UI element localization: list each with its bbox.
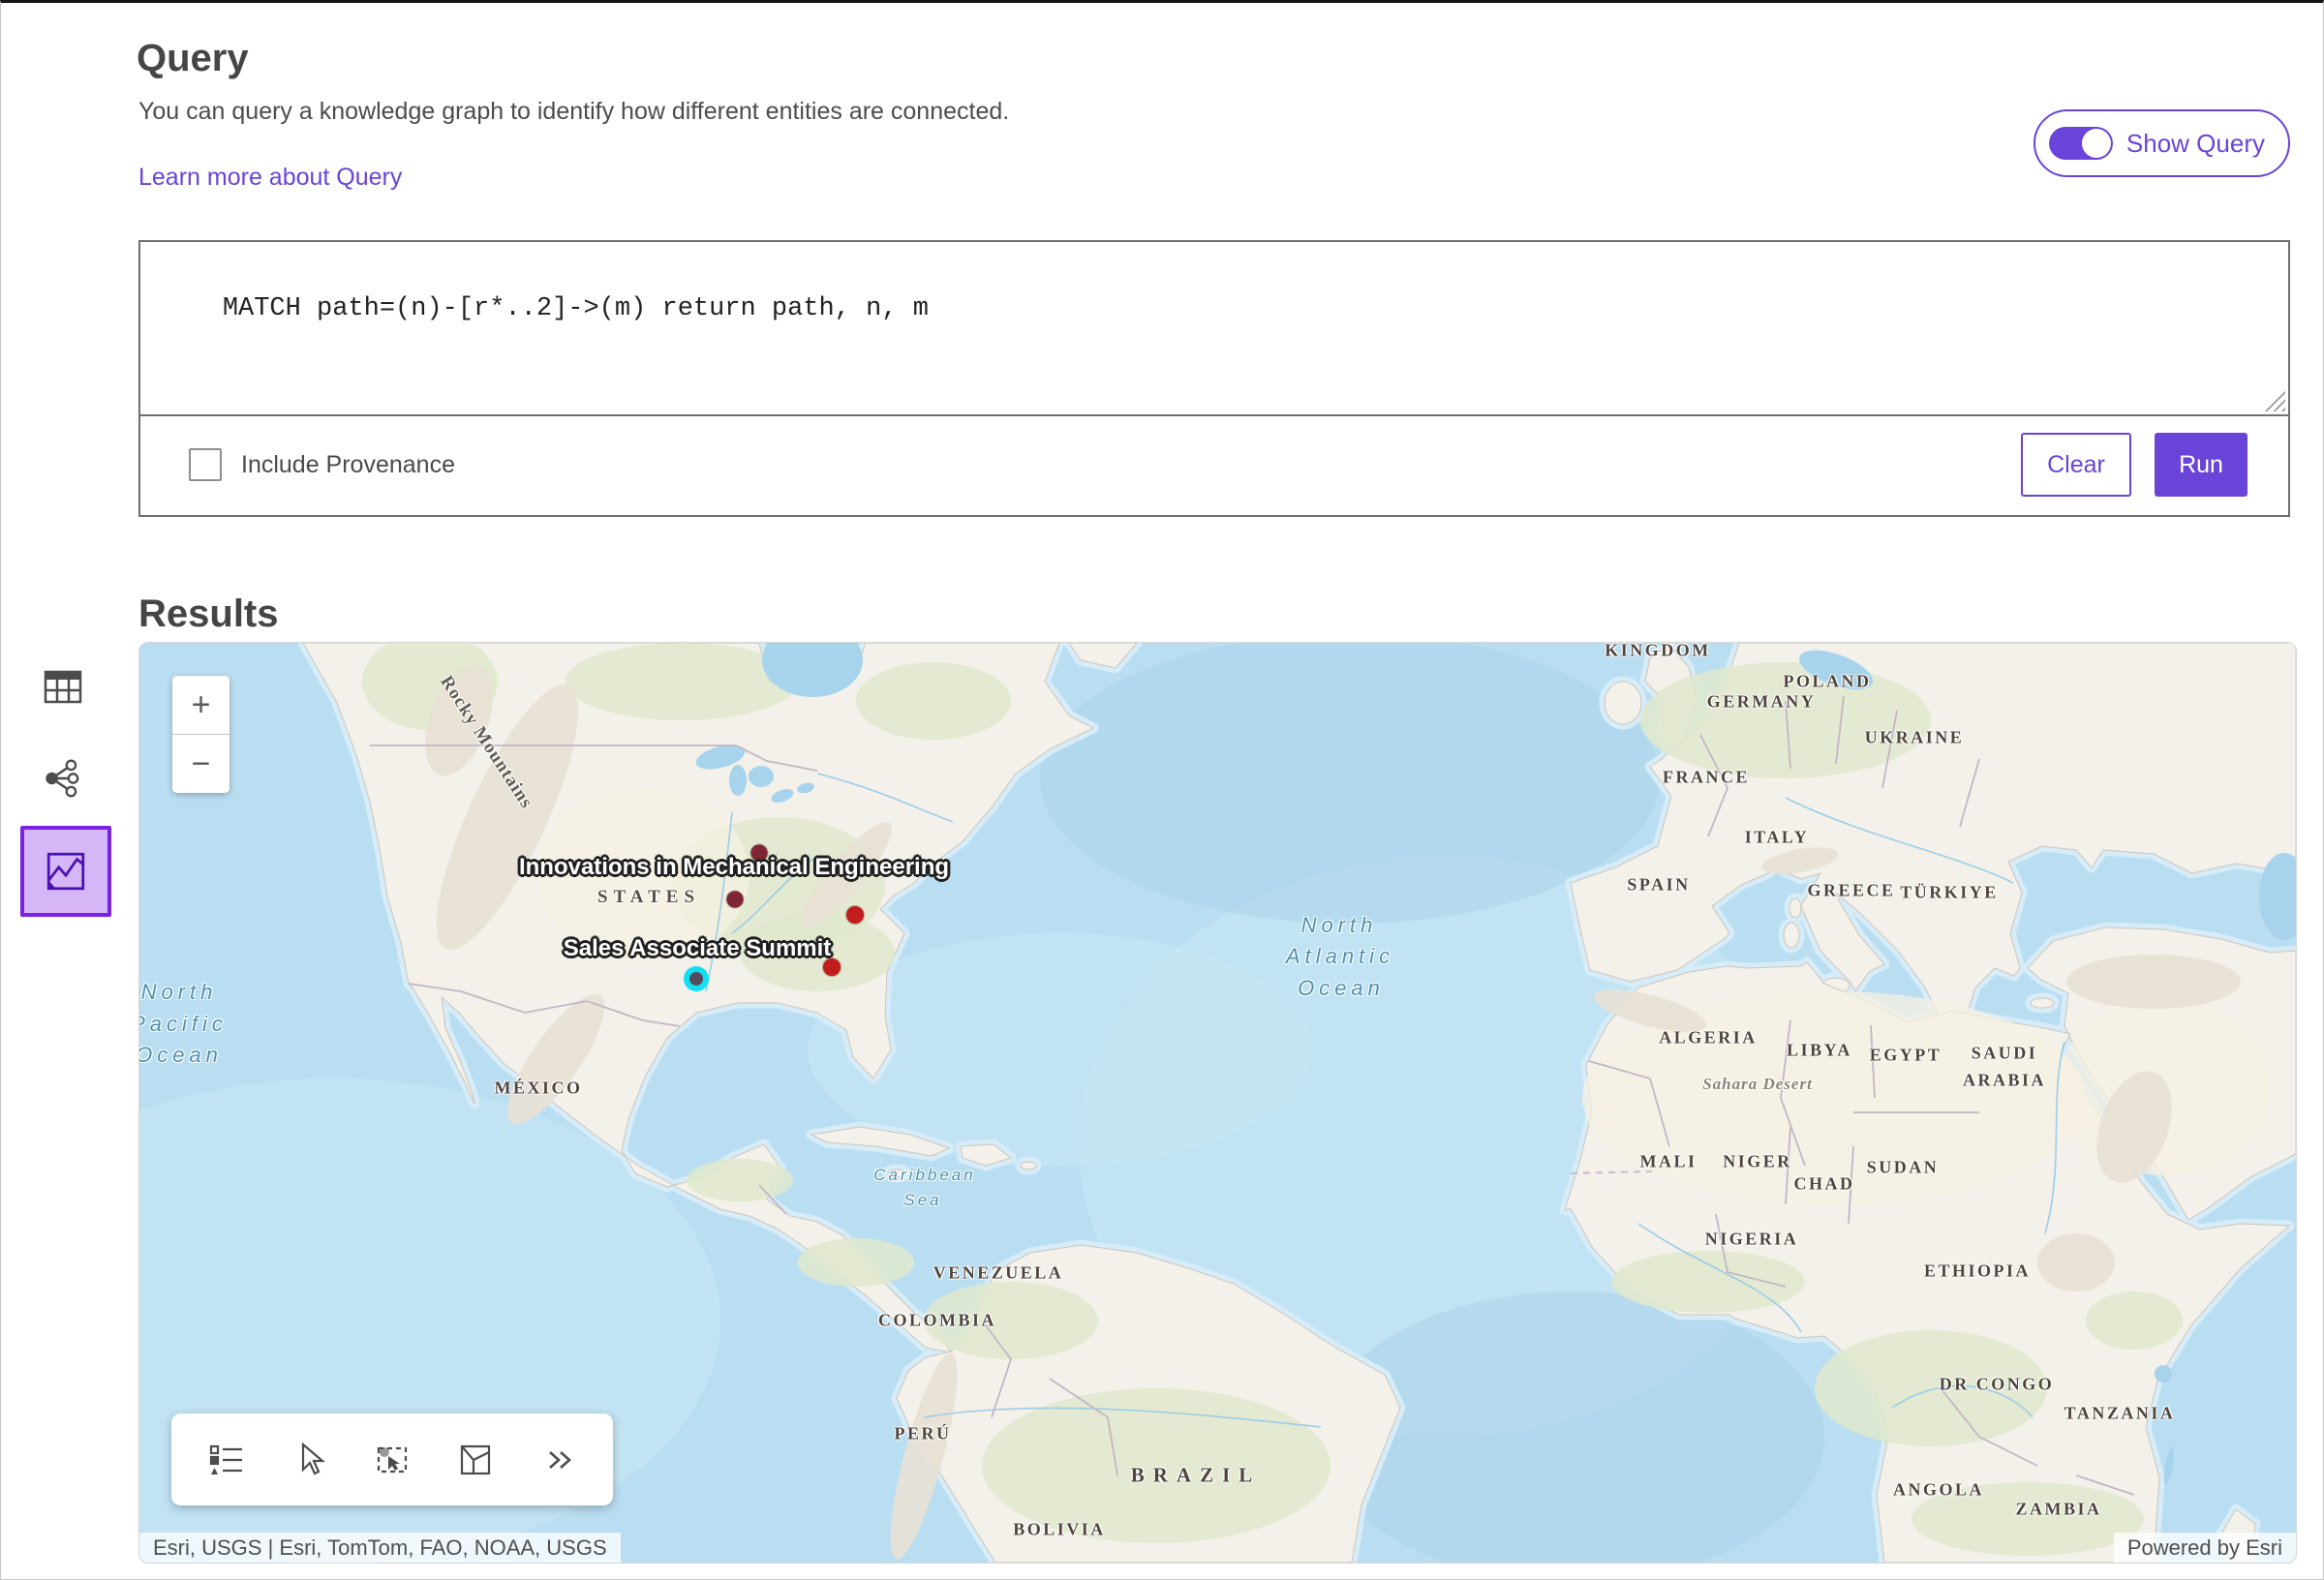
run-button[interactable]: Run bbox=[2155, 433, 2248, 497]
map-toolbar bbox=[171, 1413, 613, 1505]
page-description: You can query a knowledge graph to ident… bbox=[138, 98, 1009, 126]
map-point-event-red[interactable] bbox=[846, 906, 864, 924]
toggle-switch-on[interactable] bbox=[2049, 127, 2113, 160]
legend-list-icon bbox=[205, 1439, 248, 1481]
expand-toolbar-button[interactable] bbox=[535, 1438, 580, 1482]
map-point-event-maroon[interactable] bbox=[727, 892, 744, 908]
rectangle-select-button[interactable] bbox=[370, 1438, 414, 1482]
cursor-select-icon bbox=[288, 1439, 330, 1481]
polygon-select-button[interactable] bbox=[453, 1438, 498, 1482]
show-query-toggle[interactable]: Show Query bbox=[2034, 109, 2290, 177]
page: { "header": { "title": "Query", "descrip… bbox=[0, 0, 2324, 1580]
include-provenance-label: Include Provenance bbox=[241, 451, 455, 479]
cursor-select-button[interactable] bbox=[287, 1438, 331, 1482]
learn-more-link[interactable]: Learn more about Query bbox=[138, 164, 402, 192]
query-text: MATCH path=(n)-[r*..2]->(m) return path,… bbox=[223, 294, 929, 323]
link-chart-icon bbox=[40, 756, 84, 801]
results-map[interactable]: Rocky MountainsSTATESMÉXICONorthPacificO… bbox=[138, 642, 2297, 1564]
map-icon bbox=[44, 849, 88, 894]
polygon-select-icon bbox=[454, 1439, 497, 1481]
query-panel: MATCH path=(n)-[r*..2]->(m) return path,… bbox=[138, 240, 2290, 517]
query-textarea[interactable]: MATCH path=(n)-[r*..2]->(m) return path,… bbox=[140, 242, 2288, 416]
map-point-event-red[interactable] bbox=[823, 958, 841, 976]
map-point-event-maroon[interactable] bbox=[751, 845, 768, 862]
textarea-resize-handle[interactable] bbox=[2264, 390, 2285, 411]
zoom-in-button[interactable]: + bbox=[172, 676, 229, 734]
map-point-selected[interactable] bbox=[689, 972, 703, 986]
table-view-button[interactable] bbox=[44, 669, 82, 706]
include-provenance-checkbox[interactable] bbox=[189, 448, 222, 481]
legend-list-button[interactable] bbox=[204, 1438, 249, 1482]
map-view-button-selected[interactable] bbox=[20, 826, 111, 917]
link-chart-view-button[interactable] bbox=[40, 756, 84, 801]
show-query-label: Show Query bbox=[2126, 129, 2265, 159]
clear-button[interactable]: Clear bbox=[2021, 433, 2131, 497]
expand-chevrons-icon bbox=[536, 1439, 579, 1481]
page-title: Query bbox=[137, 37, 249, 80]
map-zoom-control: + − bbox=[172, 676, 229, 793]
map-attribution: Esri, USGS | Esri, TomTom, FAO, NOAA, US… bbox=[139, 1533, 621, 1563]
toggle-knob bbox=[2082, 129, 2111, 158]
rectangle-select-icon bbox=[371, 1439, 413, 1481]
powered-by-esri: Powered by Esri bbox=[2114, 1533, 2296, 1563]
zoom-out-button[interactable]: − bbox=[172, 735, 229, 793]
results-title: Results bbox=[138, 592, 279, 636]
table-icon bbox=[44, 669, 82, 706]
query-panel-footer: Include Provenance Clear Run bbox=[140, 416, 2288, 513]
